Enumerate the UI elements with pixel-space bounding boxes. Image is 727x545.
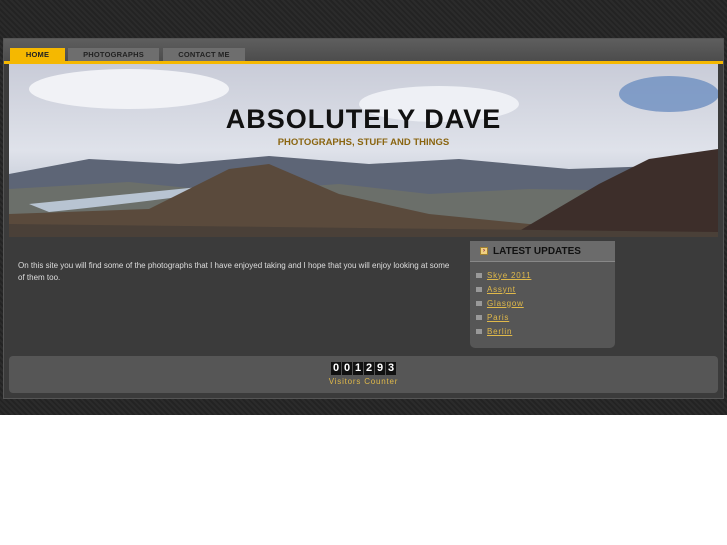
counter-digit: 1	[353, 362, 363, 375]
mountain-landscape-image	[9, 64, 718, 237]
counter-digit: 0	[331, 362, 341, 375]
latest-updates-heading: LATEST UPDATES	[493, 245, 581, 257]
update-link-paris[interactable]: Paris	[487, 313, 509, 322]
bullet-icon	[476, 286, 482, 292]
visitor-counter: 001293	[331, 362, 396, 375]
bullet-icon	[476, 300, 482, 306]
latest-updates-header: › LATEST UPDATES	[470, 241, 615, 262]
list-item: Paris	[476, 310, 615, 324]
update-link-assynt[interactable]: Assynt	[487, 285, 516, 294]
update-link-berlin[interactable]: Berlin	[487, 327, 512, 336]
tab-photographs[interactable]: PHOTOGRAPHS	[68, 48, 159, 62]
site-subtitle: PHOTOGRAPHS, STUFF AND THINGS	[277, 137, 450, 148]
counter-digit: 9	[375, 362, 385, 375]
list-item: Assynt	[476, 282, 615, 296]
intro-text: On this site you will find some of the p…	[18, 261, 450, 282]
bullet-icon	[476, 328, 482, 334]
bullet-icon	[476, 314, 482, 320]
header-banner: ABSOLUTELY DAVE PHOTOGRAPHS, STUFF AND T…	[9, 64, 718, 237]
tab-home[interactable]: HOME	[10, 48, 65, 62]
footer: 001293 Visitors Counter	[9, 356, 718, 393]
list-item: Berlin	[476, 324, 615, 338]
update-link-glasgow[interactable]: Glasgow	[487, 299, 524, 308]
latest-updates-panel: › LATEST UPDATES Skye 2011 Assynt Glasgow…	[470, 241, 615, 348]
counter-digit: 0	[342, 362, 352, 375]
site-title: ABSOLUTELY DAVE	[225, 104, 502, 134]
list-item: Glasgow	[476, 296, 615, 310]
nav-bar: HOME PHOTOGRAPHS CONTACT ME	[4, 39, 723, 64]
arrow-icon: ›	[480, 247, 488, 255]
counter-digit: 3	[386, 362, 396, 375]
tab-contact-me[interactable]: CONTACT ME	[163, 48, 245, 62]
list-item: Skye 2011	[476, 268, 615, 282]
visitors-counter-label: Visitors Counter	[328, 377, 399, 386]
site-container: HOME PHOTOGRAPHS CONTACT ME ABSOLUTELY D…	[3, 38, 724, 399]
counter-digit: 2	[364, 362, 374, 375]
bullet-icon	[476, 272, 482, 278]
update-link-skye-2011[interactable]: Skye 2011	[487, 271, 531, 280]
